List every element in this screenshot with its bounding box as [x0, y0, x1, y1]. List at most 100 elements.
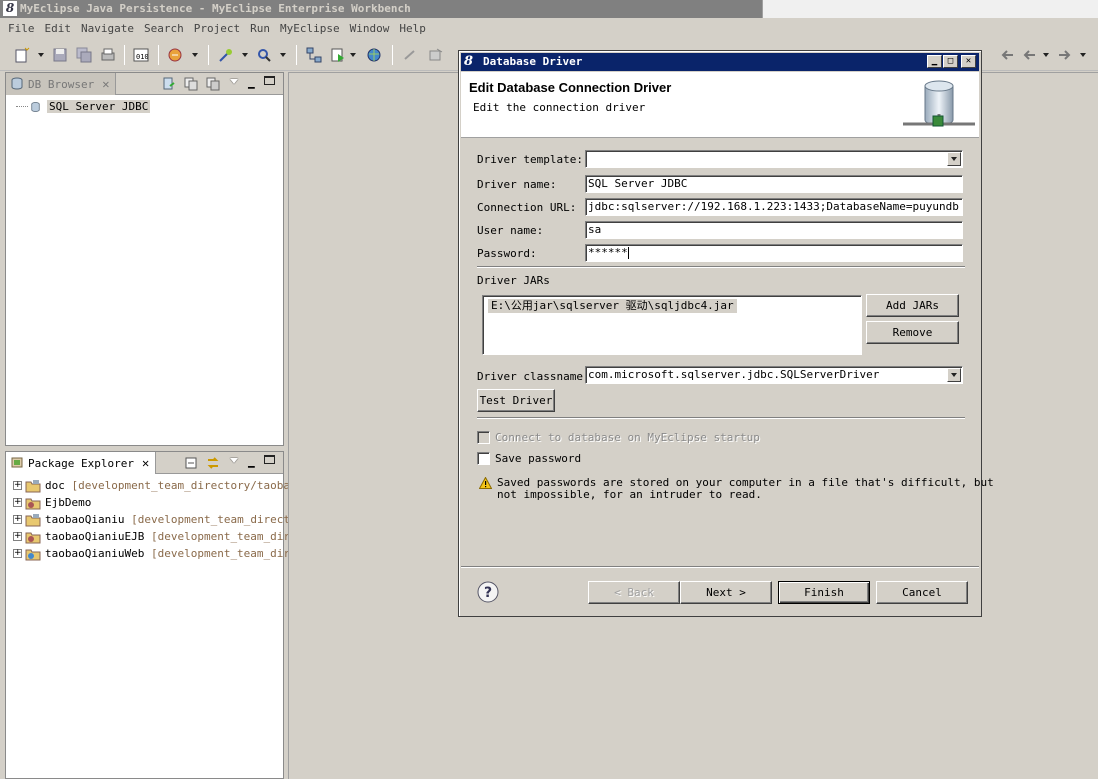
background-window-edge — [762, 0, 1098, 18]
driver-jars-list[interactable]: E:\公用jar\sqlserver 驱动\sqljdbc4.jar — [482, 295, 862, 355]
db-browser-tab[interactable]: DB Browser ✕ — [6, 73, 117, 95]
forward-nav-icon[interactable] — [1056, 47, 1072, 63]
add-jars-button[interactable]: Add JARs — [866, 294, 959, 317]
connect-on-startup-label: Connect to database on MyEclipse startup — [495, 431, 760, 444]
window-title: MyEclipse Java Persistence - MyEclipse E… — [20, 2, 411, 15]
next-edit-icon[interactable] — [428, 47, 444, 63]
expand-icon[interactable]: + — [13, 498, 22, 507]
list-item[interactable]: E:\公用jar\sqlserver 驱动\sqljdbc4.jar — [488, 299, 737, 313]
new-dropdown-icon[interactable] — [38, 53, 46, 59]
search-dropdown-icon[interactable] — [280, 53, 288, 59]
copy-profile-icon[interactable] — [184, 77, 198, 91]
next-button[interactable]: Next > — [680, 581, 772, 604]
search-icon[interactable] — [256, 47, 272, 63]
list-item[interactable]: + taobaoQianiuWeb [development_team_dire… — [13, 545, 303, 562]
run-icon[interactable] — [330, 47, 346, 63]
view-menu-icon[interactable] — [230, 79, 244, 93]
deploy-dropdown-icon[interactable] — [242, 53, 250, 59]
user-name-field[interactable]: sa — [585, 221, 963, 239]
save-icon[interactable] — [52, 47, 68, 63]
close-icon[interactable]: ✕ — [102, 78, 109, 90]
password-field[interactable]: ****** — [585, 244, 963, 262]
chevron-down-icon[interactable] — [947, 152, 961, 166]
expand-icon[interactable]: + — [13, 481, 22, 490]
expand-icon[interactable]: + — [13, 515, 22, 524]
print-icon[interactable] — [100, 47, 116, 63]
back-button[interactable]: < Back — [588, 581, 680, 604]
edit-profile-icon[interactable] — [206, 77, 220, 91]
driver-template-combo[interactable] — [585, 150, 963, 168]
menu-search[interactable]: Search — [139, 22, 189, 35]
driver-name-field[interactable]: SQL Server JDBC — [585, 175, 963, 193]
forward-dropdown-icon[interactable] — [1080, 53, 1088, 59]
menu-file[interactable]: File — [3, 22, 40, 35]
project-repo-path: [development_team_director — [131, 513, 304, 526]
list-item[interactable]: + taobaoQianiuEJB [development_team_dire… — [13, 528, 303, 545]
driver-classname-combo[interactable]: com.microsoft.sqlserver.jdbc.SQLServerDr… — [585, 366, 963, 384]
list-item[interactable]: + EjbDemo — [13, 494, 91, 511]
package-explorer-tabbar: Package Explorer ✕ ▁ — [6, 452, 283, 474]
save-password-checkbox[interactable] — [477, 452, 490, 465]
menu-edit[interactable]: Edit — [40, 22, 77, 35]
globe-icon[interactable] — [366, 47, 382, 63]
warning-icon — [479, 477, 492, 489]
minimize-icon[interactable]: ▁ — [248, 76, 262, 90]
package-explorer-icon — [11, 457, 23, 468]
menu-help[interactable]: Help — [394, 22, 431, 35]
maximize-icon[interactable] — [264, 76, 275, 85]
maximize-window-icon[interactable]: □ — [943, 55, 958, 68]
expand-icon[interactable]: + — [13, 549, 22, 558]
deploy-icon[interactable] — [218, 47, 234, 63]
link-with-editor-icon[interactable] — [206, 456, 220, 470]
connect-on-startup-checkbox[interactable] — [477, 431, 490, 444]
binary-icon[interactable]: 010 — [133, 47, 149, 63]
list-item[interactable]: SQL Server JDBC — [16, 98, 151, 115]
menu-navigate[interactable]: Navigate — [76, 22, 139, 35]
chevron-down-icon[interactable] — [947, 368, 961, 382]
refresh-db-icon[interactable] — [162, 77, 176, 91]
finish-button[interactable]: Finish — [778, 581, 870, 604]
back-dropdown-icon[interactable] — [1043, 53, 1051, 59]
project-name: taobaoQianiu — [45, 513, 125, 526]
dialog-header-subtitle: Edit the connection driver — [473, 101, 646, 114]
prev-edit-icon[interactable] — [402, 47, 418, 63]
back-history-icon[interactable] — [1022, 47, 1038, 63]
package-explorer-tab-label: Package Explorer — [28, 456, 134, 470]
close-icon[interactable]: ✕ — [142, 457, 149, 469]
collapse-all-icon[interactable] — [184, 456, 198, 470]
server-icon[interactable] — [168, 47, 184, 63]
list-item[interactable]: + taobaoQianiu [development_team_directo… — [13, 511, 303, 528]
new-icon[interactable] — [14, 47, 30, 63]
dialog-title-bar: 8 Database Driver ▁ □ ✕ — [461, 53, 979, 71]
menu-bar: File Edit Navigate Search Project Run My… — [0, 18, 1098, 39]
project-name: taobaoQianiuWeb — [45, 547, 145, 560]
menu-run[interactable]: Run — [245, 22, 275, 35]
maximize-icon[interactable] — [264, 455, 275, 464]
test-driver-button[interactable]: Test Driver — [477, 389, 555, 412]
menu-project[interactable]: Project — [189, 22, 245, 35]
package-explorer-tab[interactable]: Package Explorer ✕ — [6, 452, 157, 474]
remove-button[interactable]: Remove — [866, 321, 959, 344]
list-item[interactable]: + doc [development_team_directory/taobao… — [13, 477, 303, 494]
view-menu-icon[interactable] — [230, 458, 244, 472]
help-icon[interactable]: ? — [477, 581, 499, 603]
dialog-title: Database Driver — [483, 55, 583, 68]
project-folder-icon — [25, 479, 41, 492]
menu-window[interactable]: Window — [345, 22, 395, 35]
expand-icon[interactable]: + — [13, 532, 22, 541]
db-browser-tab-label: DB Browser — [28, 77, 95, 91]
ejb-project-icon — [25, 532, 41, 543]
menu-myeclipse[interactable]: MyEclipse — [275, 22, 345, 35]
save-all-icon[interactable] — [76, 47, 92, 63]
back-nav-icon[interactable] — [1000, 47, 1016, 63]
server-dropdown-icon[interactable] — [192, 53, 200, 59]
minimize-window-icon[interactable]: ▁ — [927, 55, 942, 68]
hierarchy-icon[interactable] — [306, 47, 322, 63]
run-dropdown-icon[interactable] — [350, 53, 358, 59]
project-repo-path: [development_team_directory/taobaoW — [71, 479, 304, 492]
password-value: ****** — [588, 246, 628, 259]
connection-url-field[interactable]: jdbc:sqlserver://192.168.1.223:1433;Data… — [585, 198, 963, 216]
cancel-button[interactable]: Cancel — [876, 581, 968, 604]
minimize-icon[interactable]: ▁ — [248, 455, 262, 469]
close-window-icon[interactable]: ✕ — [961, 55, 976, 68]
